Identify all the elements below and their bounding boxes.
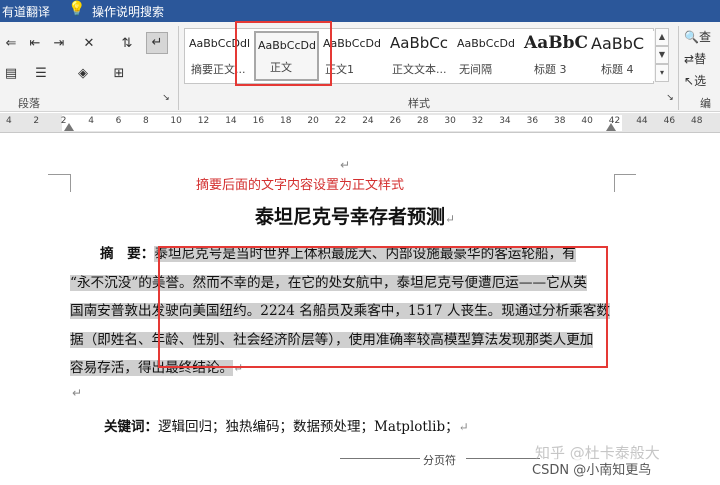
group-divider bbox=[178, 26, 179, 110]
decrease-indent-button[interactable]: ⇤ bbox=[24, 34, 46, 54]
keywords-paragraph[interactable]: 关键词：逻辑回归；独热编码；数据预处理；Matplotlib；↵ bbox=[104, 415, 469, 435]
gallery-down-icon[interactable]: ▼ bbox=[655, 46, 669, 64]
ruler-tick-label: 48 bbox=[691, 116, 703, 126]
paragraph-group-label: 段落 bbox=[18, 97, 40, 110]
ruler-tick-label: 40 bbox=[581, 116, 593, 126]
ruler-tick-label: 4 bbox=[88, 116, 94, 126]
show-marks-button[interactable]: ↵ bbox=[146, 32, 168, 54]
borders-button[interactable]: ⊞ bbox=[108, 64, 130, 84]
ruler-tick-label: 36 bbox=[526, 116, 539, 126]
ruler-tick-label: 16 bbox=[252, 116, 265, 126]
ruler-tick-label: 2 bbox=[33, 116, 40, 126]
page-break: 分页符 bbox=[340, 452, 540, 468]
ruler-tick-label: 18 bbox=[280, 116, 292, 126]
chinese-layout-button[interactable]: ✕ bbox=[78, 34, 100, 54]
title-bar: 有道翻译 💡 操作说明搜索 bbox=[0, 0, 720, 22]
sort-button[interactable]: ⇅ bbox=[116, 34, 138, 54]
paragraph-mark: ↵ bbox=[72, 386, 83, 400]
crop-mark bbox=[614, 174, 615, 192]
replace-icon: ⇄ bbox=[684, 52, 695, 66]
paragraph-mark: ↵ bbox=[340, 158, 351, 172]
ruler-tick-label: 34 bbox=[499, 116, 511, 126]
gallery-more-icon[interactable]: ▾ bbox=[655, 64, 669, 82]
style-heading-4[interactable]: AaBbC 标题 4 bbox=[589, 31, 654, 81]
replace-button[interactable]: ⇄替 bbox=[684, 50, 706, 67]
align-icon[interactable]: ▤ bbox=[0, 64, 22, 84]
page-break-line bbox=[466, 458, 540, 459]
line-spacing-button[interactable]: ☰ bbox=[30, 64, 52, 84]
cursor-icon: ↖ bbox=[684, 74, 695, 88]
paragraph-launcher-icon[interactable]: ↘ bbox=[160, 92, 172, 104]
style-body-text-indent[interactable]: AaBbCc 正文文本... bbox=[388, 31, 453, 81]
highlight-box-abstract bbox=[158, 246, 608, 368]
group-divider bbox=[678, 26, 679, 110]
style-heading-3[interactable]: AaBbC 标题 3 bbox=[522, 31, 587, 81]
crop-mark bbox=[614, 174, 636, 175]
styles-launcher-icon[interactable]: ↘ bbox=[664, 92, 676, 104]
editing-group-label: 编 bbox=[700, 97, 711, 110]
keywords-text: 逻辑回归；独热编码；数据预处理；Matplotlib； bbox=[158, 419, 459, 435]
crop-mark bbox=[48, 174, 70, 175]
ruler-tick-label: 14 bbox=[225, 116, 237, 126]
ruler-tick-label: 6 bbox=[115, 116, 122, 126]
abstract-label: 摘 要： bbox=[100, 246, 155, 262]
search-icon: 🔍 bbox=[684, 30, 699, 44]
highlight-box-body-style bbox=[235, 21, 332, 86]
lightbulb-icon: 💡 bbox=[68, 1, 86, 17]
ruler-tick-label: 4 bbox=[6, 116, 12, 126]
gallery-up-icon[interactable]: ▲ bbox=[655, 28, 669, 46]
page-break-line bbox=[340, 458, 420, 459]
crop-mark bbox=[70, 174, 71, 192]
ruler-tick-label: 8 bbox=[143, 116, 149, 126]
page-break-label: 分页符 bbox=[420, 452, 459, 468]
find-button[interactable]: 🔍查 bbox=[684, 28, 711, 45]
ruler-tick-label: 44 bbox=[636, 116, 648, 126]
ruler-tick-label: 26 bbox=[389, 116, 402, 126]
ruler-tick-label: 24 bbox=[362, 116, 374, 126]
ruler-tick-label: 12 bbox=[197, 116, 210, 126]
youdao-translate-button[interactable]: 有道翻译 bbox=[2, 3, 50, 20]
ruler-tick-label: 20 bbox=[307, 116, 319, 126]
style-no-spacing[interactable]: AaBbCcDd 无间隔 bbox=[455, 31, 520, 81]
ruler-tick-label: 22 bbox=[334, 116, 347, 126]
ruler-tick-label: 46 bbox=[663, 116, 676, 126]
ruler-tick-label: 10 bbox=[170, 116, 182, 126]
document-title[interactable]: 泰坦尼克号幸存者预测↵ bbox=[255, 202, 455, 229]
csdn-watermark: CSDN @小南知更鸟 bbox=[532, 459, 652, 478]
ruler-tick-label: 30 bbox=[444, 116, 456, 126]
indent-arrow-icon[interactable]: ⇐ bbox=[0, 34, 22, 54]
select-button[interactable]: ↖选 bbox=[684, 72, 706, 89]
left-indent-marker[interactable] bbox=[64, 123, 74, 131]
shading-button[interactable]: ◈ bbox=[72, 64, 94, 84]
annotation-text: 摘要后面的文字内容设置为正文样式 bbox=[196, 178, 405, 193]
styles-group-label: 样式 bbox=[408, 97, 430, 110]
keywords-label: 关键词： bbox=[104, 419, 158, 435]
right-indent-marker[interactable] bbox=[606, 123, 616, 131]
increase-indent-button[interactable]: ⇥ bbox=[48, 34, 70, 54]
ruler-tick-label: 38 bbox=[554, 116, 566, 126]
ribbon: ⇐ ⇤ ⇥ ✕ ⇅ ↵ ▤ ☰ ◈ ⊞ 段落 ↘ AaBbCcDdl 摘要正文.… bbox=[0, 22, 720, 112]
horizontal-ruler[interactable]: 4 2 2 4 6 8 10 12 14 16 18 20 22 24 26 28 30 32 34 36 38 40 42… bbox=[0, 113, 720, 133]
ruler-tick-label: 28 bbox=[417, 116, 429, 126]
ruler-tick-label: 32 bbox=[471, 116, 484, 126]
tell-me-search[interactable]: 操作说明搜索 bbox=[92, 3, 164, 20]
